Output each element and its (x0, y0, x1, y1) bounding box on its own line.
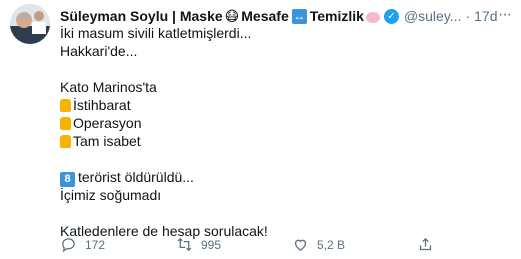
text-line: İki masum sivili katletmişlerdi... (60, 25, 252, 41)
text-line: Hakkari'de... (60, 43, 138, 59)
author-name[interactable]: Süleyman Soylu | Maske (60, 8, 223, 24)
share-icon (419, 237, 432, 251)
text-line: İstihbarat (60, 96, 500, 114)
text-line-item: İstihbarat (73, 97, 131, 113)
text-line: İçimiz soğumadı (60, 187, 162, 203)
tweet[interactable]: Süleyman Soylu | Maske 😷 Mesafe ↔ Temizl… (0, 0, 521, 259)
text-line-item: Operasyon (73, 115, 142, 131)
verified-icon: ✓ (383, 8, 399, 24)
more-icon[interactable]: ··· (498, 6, 512, 24)
tweet-header: Süleyman Soylu | Maske 😷 Mesafe ↔ Temizl… (60, 6, 513, 26)
text-line: Tam isabet (60, 132, 500, 150)
tweet-time[interactable]: 17d (474, 8, 497, 24)
thumbs-up-icon (60, 135, 71, 148)
separator-dot: · (465, 8, 471, 24)
reply-icon (62, 238, 75, 253)
thumbs-up-icon (60, 117, 71, 130)
thumbs-up-icon (60, 99, 71, 112)
retweet-count: 995 (201, 237, 222, 252)
text-line: Kato Marinos'ta (60, 79, 157, 95)
text-line-item: terörist öldürüldü... (78, 169, 194, 185)
avatar[interactable] (10, 4, 50, 44)
left-right-arrow-icon: ↔ (291, 8, 307, 24)
author-name-mesafe[interactable]: Mesafe (241, 8, 288, 24)
retweet-icon (177, 237, 192, 252)
author-name-temizlik[interactable]: Temizlik (310, 8, 364, 24)
text-line: 8 terörist öldürüldü... (60, 168, 500, 187)
retweet-button[interactable]: 995 (176, 236, 221, 253)
text-line-item: Tam isabet (73, 133, 141, 149)
soap-emoji (365, 11, 380, 23)
like-count: 5,2 B (317, 237, 346, 252)
reply-button[interactable]: 172 (60, 236, 105, 253)
reply-count: 172 (85, 237, 106, 252)
share-button[interactable] (417, 236, 442, 253)
keycap-8-icon: 8 (60, 172, 75, 187)
like-button[interactable]: 5,2 B (292, 236, 345, 253)
text-line: Operasyon (60, 114, 500, 132)
author-handle[interactable]: @suley... (404, 8, 462, 24)
tweet-actions: 172 995 5,2 B (60, 236, 450, 254)
tweet-text: İki masum sivili katletmişlerdi... Hakka… (60, 24, 500, 240)
like-icon (294, 239, 307, 251)
mask-emoji: 😷 (224, 7, 240, 24)
